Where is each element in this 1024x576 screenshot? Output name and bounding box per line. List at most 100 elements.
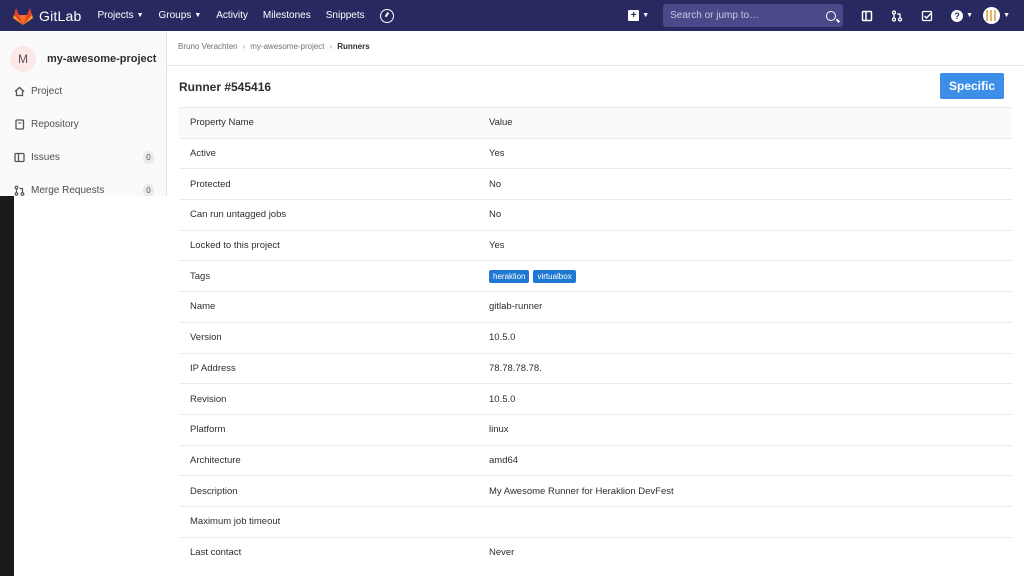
nav-milestones[interactable]: Milestones [263, 10, 311, 21]
table-row: Name gitlab-runner [179, 291, 1012, 323]
breadcrumb-current[interactable]: Runners [337, 42, 369, 51]
sidebar-item-label: Repository [31, 119, 79, 130]
property-value-cell: 10.5.0 [489, 332, 516, 344]
property-name-cell: Revision [190, 393, 227, 405]
user-menu[interactable]: ▼ [983, 7, 1010, 24]
property-value-cell: No [489, 178, 502, 190]
new-dropdown-button[interactable]: + ▼ [628, 10, 649, 21]
top-navbar: GitLab Projects ▼ Groups ▼ Activity Milest… [0, 0, 1024, 31]
project-header[interactable]: M my-awesome-project [0, 31, 166, 75]
runner-tag-badge[interactable]: virtualbox [533, 269, 576, 283]
property-value-cell: gitlab-runner [489, 301, 543, 313]
merge-request-icon [891, 9, 903, 22]
performance-gauge-icon[interactable] [379, 8, 394, 23]
sidebar-blank-area [14, 196, 166, 576]
runner-properties-table: Property Name Value Active Yes Protected No… [179, 107, 1012, 568]
issues-count-badge: 0 [143, 151, 154, 164]
project-name: my-awesome-project [47, 53, 157, 65]
chevron-right-icon: › [329, 42, 333, 51]
search-box [663, 4, 844, 27]
todo-check-icon [921, 10, 933, 21]
merge-request-icon [14, 185, 25, 196]
page-title: Runner #545416 [179, 80, 272, 94]
merge-requests-nav-button[interactable] [885, 6, 909, 26]
breadcrumb-user[interactable]: Bruno Verachten [178, 42, 238, 51]
table-row: Active Yes [179, 138, 1012, 169]
sidebar-item-merge-requests[interactable]: Merge Requests 0 [0, 174, 166, 196]
sidebar-item-project[interactable]: Project [0, 75, 166, 108]
nav-right: + ▼ ? ▼ ▼ [628, 4, 1024, 27]
sidebar-item-issues[interactable]: Issues 0 [0, 141, 166, 174]
issues-icon [861, 10, 873, 21]
property-value-cell: Yes [489, 240, 505, 252]
table-row: Architecture amd64 [179, 445, 1012, 476]
runner-type-badge: Specific [940, 73, 1004, 99]
nav-activity[interactable]: Activity [216, 10, 248, 21]
chevron-down-icon: ▼ [1003, 12, 1010, 19]
property-name-cell: Locked to this project [190, 240, 280, 252]
chevron-right-icon: › [242, 42, 246, 51]
runner-tag-badge[interactable]: heraklion [489, 269, 530, 283]
property-value-cell [485, 506, 1012, 537]
property-name-cell: Version [190, 332, 222, 344]
nav-projects[interactable]: Projects ▼ [97, 10, 143, 21]
gitlab-logo[interactable]: GitLab [13, 7, 81, 25]
chevron-down-icon: ▼ [966, 12, 974, 19]
divider [167, 65, 1024, 66]
property-name-cell: IP Address [190, 362, 236, 374]
property-value-cell: 78.78.78.78. [489, 362, 542, 374]
breadcrumb-project[interactable]: my-awesome-project [250, 42, 324, 51]
table-row: Can run untagged jobs No [179, 199, 1012, 231]
property-name-cell: Last contact [190, 547, 242, 559]
sidebar-item-label: Merge Requests [31, 185, 105, 196]
property-value-cell: heraklion virtualbox [485, 261, 1012, 292]
property-name-cell: Active [190, 148, 216, 160]
chevron-down-icon: ▼ [194, 12, 202, 19]
table-row: Tags heraklion virtualbox [179, 260, 1012, 292]
property-name-cell: Protected [190, 178, 231, 190]
table-row: Revision 10.5.0 [179, 383, 1012, 415]
property-name-cell: Tags [190, 270, 211, 282]
breadcrumb: Bruno Verachten › my-awesome-project › R… [178, 42, 370, 51]
help-icon: ? [951, 9, 964, 22]
home-icon [14, 86, 25, 97]
property-name-cell: Can run untagged jobs [190, 209, 287, 221]
property-value-cell: linux [489, 424, 509, 436]
property-name-cell: Description [190, 485, 238, 497]
help-dropdown[interactable]: ? ▼ [951, 9, 974, 22]
screen-edge-band [0, 196, 14, 576]
table-row: Description My Awesome Runner for Herakli… [179, 475, 1012, 507]
table-row: Version 10.5.0 [179, 322, 1012, 353]
search-icon[interactable] [826, 10, 837, 21]
table-row: Last contact Never [179, 537, 1012, 568]
table-header-row: Property Name Value [179, 107, 1012, 139]
sidebar-item-label: Issues [31, 152, 60, 163]
project-sidebar: M my-awesome-project Project Repository … [0, 31, 167, 196]
merge-requests-count-badge: 0 [143, 184, 154, 196]
property-name-cell: Architecture [190, 454, 241, 466]
table-row: Locked to this project Yes [179, 230, 1012, 261]
gitlab-tanuki-icon [13, 7, 33, 25]
issues-nav-button[interactable] [855, 6, 879, 26]
sidebar-item-repository[interactable]: Repository [0, 108, 166, 141]
user-avatar [983, 7, 1001, 24]
nav-snippets[interactable]: Snippets [326, 10, 365, 21]
table-row: Platform linux [179, 414, 1012, 445]
issues-icon [14, 152, 25, 163]
property-value-cell: No [489, 209, 502, 221]
nav-groups[interactable]: Groups ▼ [159, 10, 202, 21]
project-avatar: M [10, 46, 36, 72]
property-value-cell: My Awesome Runner for Heraklion DevFest [489, 485, 674, 497]
search-input[interactable] [670, 10, 827, 21]
table-row: IP Address 78.78.78.78. [179, 353, 1012, 384]
property-value-cell: Yes [489, 148, 505, 160]
property-value-cell: 10.5.0 [489, 393, 516, 405]
property-name-cell: Platform [190, 424, 226, 436]
table-row: Maximum job timeout [179, 506, 1012, 537]
nav-links: Projects ▼ Groups ▼ Activity Milestones Sn… [97, 8, 394, 23]
main-content: Bruno Verachten › my-awesome-project › R… [167, 31, 1024, 576]
brand-name: GitLab [39, 7, 82, 24]
property-value-cell: Never [489, 547, 515, 559]
todos-nav-button[interactable] [915, 6, 939, 26]
sidebar-item-label: Project [31, 86, 63, 97]
